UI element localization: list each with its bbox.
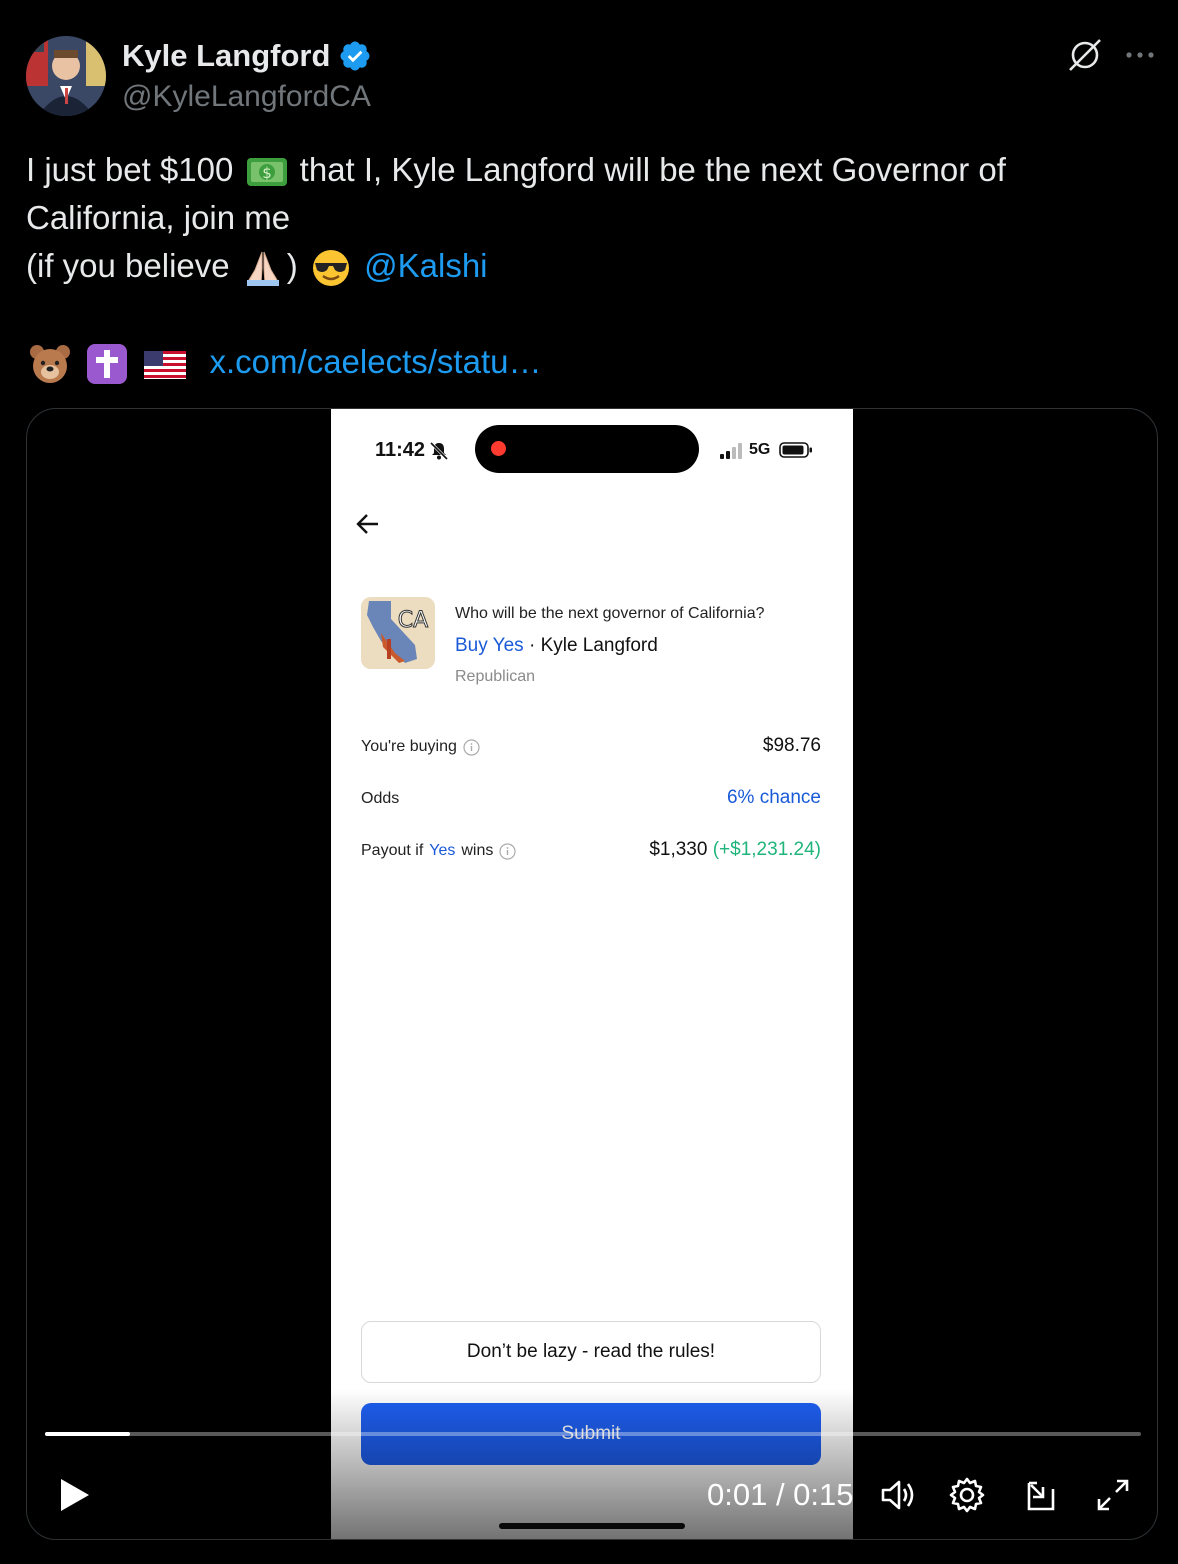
play-icon[interactable] bbox=[53, 1475, 93, 1515]
grok-icon[interactable] bbox=[1066, 36, 1104, 74]
dynamic-island bbox=[475, 425, 699, 473]
phone-screen: 11:42 5G CA Who will be the next governo… bbox=[331, 409, 853, 1539]
buying-label: You're buying bbox=[361, 738, 457, 755]
author-display-name[interactable]: Kyle Langford bbox=[122, 38, 330, 74]
odds-label: Odds bbox=[361, 790, 400, 807]
separator: · bbox=[523, 635, 541, 656]
order-summary: Buy Yes · Kyle Langford bbox=[455, 635, 658, 657]
market-thumbnail: CA bbox=[361, 597, 435, 669]
status-time: 11:42 bbox=[375, 439, 426, 461]
payout-label-pre: Payout if bbox=[361, 842, 424, 859]
battery-icon bbox=[779, 442, 812, 458]
quoted-status-link[interactable]: x.com/caelects/statu… bbox=[210, 343, 542, 380]
buy-yes-label: Buy Yes bbox=[455, 635, 524, 656]
tweet-line-3: (if you believe ) @Kalshi bbox=[26, 242, 1146, 290]
bell-off-icon bbox=[429, 441, 449, 461]
video-player[interactable]: 11:42 5G CA Who will be the next governo… bbox=[26, 408, 1158, 1540]
verified-badge-icon bbox=[340, 41, 370, 71]
back-arrow-icon[interactable] bbox=[353, 509, 383, 539]
read-rules-button[interactable]: Don’t be lazy - read the rules! bbox=[361, 1321, 821, 1383]
volume-icon[interactable] bbox=[877, 1475, 917, 1515]
more-icon[interactable] bbox=[1120, 38, 1160, 72]
sunglasses-emoji-icon bbox=[312, 250, 349, 287]
tweet-line-1: I just bet $100 $ that I, Kyle Langford … bbox=[26, 146, 1146, 194]
video-progress-bar[interactable] bbox=[45, 1432, 1141, 1436]
home-indicator bbox=[499, 1523, 685, 1529]
tweet-text-segment: that I, Kyle Langford will be the next G… bbox=[299, 151, 1006, 188]
tweet-text: I just bet $100 $ that I, Kyle Langford … bbox=[26, 146, 1146, 386]
video-progress-fill bbox=[45, 1432, 131, 1436]
payout-label-post: wins bbox=[461, 842, 494, 859]
video-time: 0:01 / 0:15 bbox=[707, 1477, 854, 1512]
market-question: Who will be the next governor of Califor… bbox=[455, 605, 765, 622]
payout-gain: (+$1,231.24) bbox=[712, 839, 821, 860]
cellular-signal-icon bbox=[720, 443, 742, 459]
payout-row-label: Payout if Yes wins bbox=[361, 842, 516, 860]
candidate-name: Kyle Langford bbox=[540, 635, 658, 656]
tweet-line-2: California, join me bbox=[26, 199, 291, 236]
buying-amount: $98.76 bbox=[762, 735, 821, 756]
tweet-line-5: x.com/caelects/statu… bbox=[26, 338, 1146, 386]
network-type: 5G bbox=[749, 441, 771, 458]
author-name-row[interactable]: Kyle Langford bbox=[122, 38, 372, 74]
us-flag-emoji-icon bbox=[144, 351, 187, 380]
kalshi-mention-link[interactable]: @Kalshi bbox=[364, 247, 487, 284]
odds-row-label: Odds bbox=[361, 790, 399, 808]
tweet-text-segment: I just bet $100 bbox=[26, 151, 234, 188]
info-icon[interactable] bbox=[499, 842, 516, 860]
payout-amount: $1,330 bbox=[649, 839, 708, 860]
picture-in-picture-icon[interactable] bbox=[1021, 1475, 1061, 1515]
tweet-text-segment: (if you believe bbox=[26, 247, 230, 284]
author-avatar[interactable] bbox=[26, 36, 106, 116]
info-icon[interactable] bbox=[463, 738, 480, 756]
market-thumb-label: CA bbox=[398, 608, 428, 633]
author-handle[interactable]: @KyleLangfordCA bbox=[122, 80, 371, 114]
payout-value-row: $1,330 (+$1,231.24) bbox=[649, 839, 821, 861]
recording-dot-icon bbox=[491, 441, 506, 456]
bear-emoji-icon bbox=[30, 345, 70, 384]
praying-hands-emoji-icon bbox=[246, 252, 279, 287]
fullscreen-icon[interactable] bbox=[1093, 1475, 1133, 1515]
candidate-party: Republican bbox=[455, 668, 536, 685]
tweet-text-segment: ) bbox=[286, 247, 298, 284]
settings-gear-icon[interactable] bbox=[947, 1475, 987, 1515]
svg-text:$: $ bbox=[262, 164, 272, 182]
cross-emoji-icon bbox=[87, 344, 128, 385]
odds-value: 6% chance bbox=[726, 787, 821, 808]
payout-label-yes: Yes bbox=[429, 842, 456, 859]
buying-row-label: You're buying bbox=[361, 738, 480, 756]
money-emoji-icon: $ bbox=[246, 158, 287, 187]
